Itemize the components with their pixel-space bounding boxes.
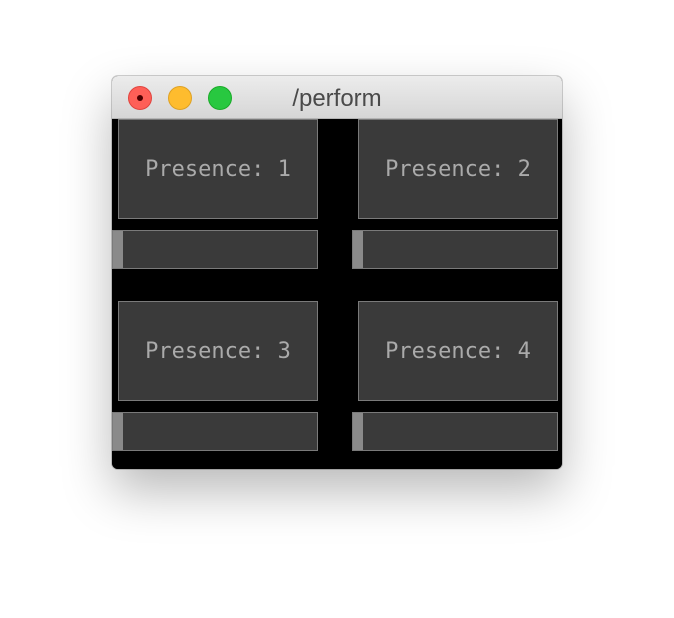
presence-2-slider[interactable] bbox=[352, 230, 558, 269]
slider-handle[interactable] bbox=[113, 413, 123, 450]
slider-handle[interactable] bbox=[353, 413, 363, 450]
presence-2-button[interactable]: Presence: 2 bbox=[358, 119, 558, 219]
title-bar[interactable]: /perform bbox=[112, 76, 562, 119]
presence-3-slider[interactable] bbox=[112, 412, 318, 451]
presence-1-slider[interactable] bbox=[112, 230, 318, 269]
window-title: /perform bbox=[292, 85, 382, 112]
presence-4-button[interactable]: Presence: 4 bbox=[358, 301, 558, 401]
slider-handle[interactable] bbox=[113, 231, 123, 268]
content-area: Presence: 1 Presence: 2 Presence: 3 Pres… bbox=[112, 119, 562, 469]
slider-handle[interactable] bbox=[353, 231, 363, 268]
presence-1-button[interactable]: Presence: 1 bbox=[118, 119, 318, 219]
presence-3-button[interactable]: Presence: 3 bbox=[118, 301, 318, 401]
perform-window: /perform Presence: 1 Presence: 2 Presenc… bbox=[112, 76, 562, 469]
presence-4-slider[interactable] bbox=[352, 412, 558, 451]
